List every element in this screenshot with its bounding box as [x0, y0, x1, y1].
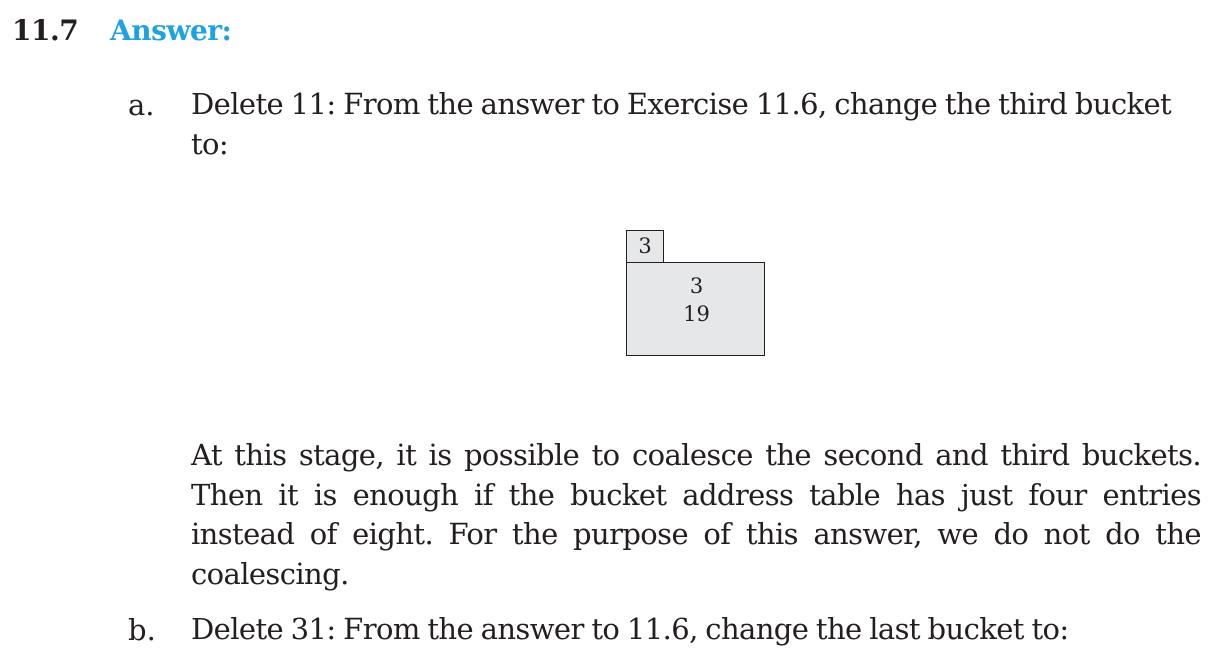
item-b-marker: b.: [128, 613, 156, 647]
item-a-marker: a.: [128, 88, 155, 122]
bucket-entry: 19: [683, 302, 710, 326]
bucket-contents: 3 19: [626, 262, 765, 356]
section-title: Answer:: [110, 14, 232, 47]
bucket-local-depth: 3: [626, 230, 664, 263]
coalesce-note: At this stage, it is possible to coalesc…: [191, 438, 1202, 591]
item-b-text: Delete 31: From the answer to 11.6, chan…: [191, 612, 1069, 646]
section-number: 11.7: [12, 14, 79, 47]
item-a-text: Delete 11: From the answer to Exercise 1…: [191, 87, 1172, 161]
bucket-entry: 3: [689, 274, 704, 298]
